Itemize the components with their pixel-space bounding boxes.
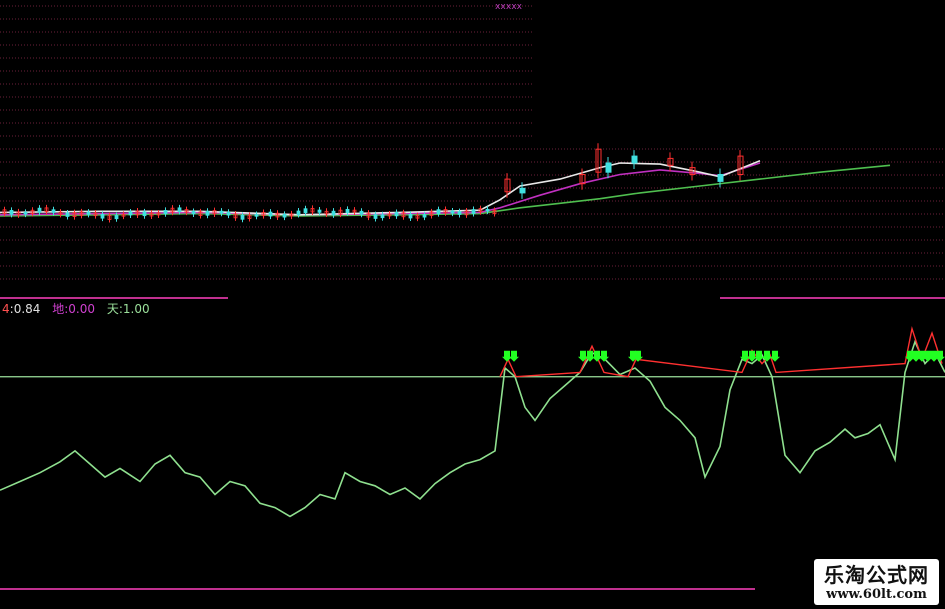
candle-body: [450, 210, 455, 214]
candle-body: [100, 213, 105, 219]
candle-body: [345, 209, 350, 214]
indicator-legend: 4:0.84 地:0.00 天:1.00: [2, 300, 158, 317]
legend-value: 0.84: [13, 302, 41, 316]
candle-body: [519, 187, 526, 194]
legend-key: 4: [2, 302, 10, 316]
candle-body: [37, 207, 42, 213]
candle-body: [163, 210, 168, 215]
candle-body: [471, 209, 476, 214]
candle-body: [485, 208, 490, 212]
candle-body: [128, 211, 133, 216]
candle-body: [282, 214, 287, 218]
candle-body: [373, 214, 378, 219]
candle-body: [605, 162, 612, 173]
legend-key: 地: [52, 302, 65, 316]
legend-item-di: 地:0.00: [52, 302, 103, 316]
candle-body: [268, 211, 273, 217]
legend-item-4: 4:0.84: [2, 302, 48, 316]
legend-value: 0.00: [68, 302, 96, 316]
candle-body: [142, 211, 147, 217]
candle-body: [65, 212, 70, 217]
candle-body: [380, 214, 385, 219]
candle-body: [457, 211, 462, 215]
candle-body: [303, 208, 308, 214]
candle-body: [717, 174, 724, 182]
candle-body: [436, 209, 441, 215]
candle-body: [9, 210, 14, 215]
legend-item-tian: 天:1.00: [107, 302, 154, 316]
candle-body: [240, 214, 245, 220]
candle-body: [359, 210, 364, 215]
candle-body: [191, 211, 196, 215]
legend-value: 1.00: [122, 302, 150, 316]
candle-body: [296, 210, 301, 215]
candle-body: [631, 155, 638, 164]
candle-body: [23, 211, 28, 215]
candle-body: [317, 209, 322, 213]
candle-body: [422, 214, 427, 218]
candle-body: [205, 210, 210, 216]
candle-body: [114, 215, 119, 220]
candle-body: [51, 209, 56, 213]
candle-body: [226, 211, 231, 216]
candle-body: [408, 213, 413, 219]
top-mark: xxxxx: [495, 2, 523, 12]
candle-body: [394, 212, 399, 217]
candle-body: [219, 210, 224, 214]
candle-body: [86, 211, 91, 215]
watermark-title: 乐淘公式网: [824, 563, 929, 587]
watermark: 乐淘公式网 www.60lt.com: [814, 559, 939, 605]
watermark-url: www.60lt.com: [826, 587, 927, 602]
candle-body: [177, 207, 182, 212]
candle-body: [331, 210, 336, 216]
candle-body: [254, 214, 259, 217]
legend-key: 天: [106, 302, 119, 316]
